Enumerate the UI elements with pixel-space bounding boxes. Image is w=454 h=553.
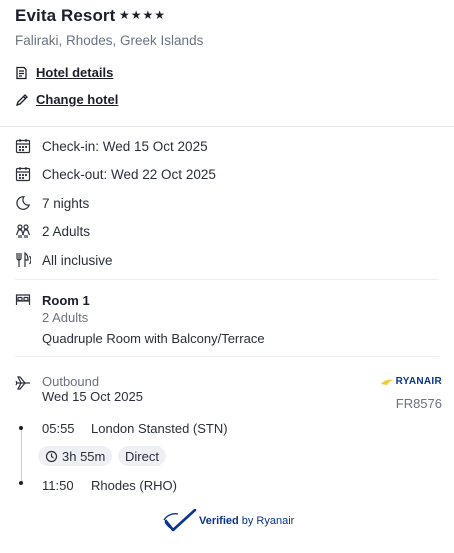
clock-icon: [45, 450, 58, 463]
divider: [0, 126, 454, 127]
guests-row: 2 Adults: [15, 223, 90, 239]
bed-icon: [15, 293, 31, 307]
verified-check-icon: [163, 509, 197, 533]
cutlery-icon: [15, 252, 31, 268]
flight-timeline: [21, 428, 22, 485]
verified-label: Verified: [199, 515, 239, 527]
stops-text: Direct: [125, 448, 159, 464]
people-icon: [15, 223, 31, 239]
room-title: Room 1: [42, 293, 90, 308]
document-icon: [15, 66, 28, 80]
checkin-row: Check-in: Wed 15 Oct 2025: [15, 138, 208, 154]
airline-name: RYANAIR: [395, 376, 442, 387]
hotel-name: Evita Resort: [15, 6, 116, 25]
departure-dot: [19, 426, 23, 430]
checkout-text: Check-out: Wed 22 Oct 2025: [42, 166, 216, 182]
duration-text: 3h 55m: [62, 448, 106, 464]
calendar-icon: [15, 138, 31, 154]
board-row: All inclusive: [15, 252, 113, 268]
duration-chip: 3h 55m: [38, 446, 113, 466]
flight-date: Wed 15 Oct 2025: [42, 389, 143, 404]
change-hotel-label: Change hotel: [36, 92, 119, 107]
checkout-row: Check-out: Wed 22 Oct 2025: [15, 166, 216, 182]
stops-chip: Direct: [118, 446, 166, 466]
moon-icon: [15, 195, 31, 211]
arrival-time: 11:50: [42, 478, 74, 493]
hotel-details-link[interactable]: Hotel details: [15, 65, 113, 80]
harp-icon: [380, 378, 394, 386]
arrival-dot: [19, 481, 23, 485]
arrival-airport: Rhodes (RHO): [91, 478, 177, 493]
departure-time: 05:55: [42, 421, 75, 436]
divider: [15, 279, 439, 280]
nights-text: 7 nights: [42, 195, 90, 211]
board-text: All inclusive: [42, 252, 113, 268]
calendar-icon: [15, 166, 31, 182]
divider: [15, 356, 439, 357]
airline-logo: RYANAIR: [380, 376, 442, 387]
change-hotel-link[interactable]: Change hotel: [15, 92, 118, 107]
checkin-text: Check-in: Wed 15 Oct 2025: [42, 138, 208, 154]
hotel-details-label: Hotel details: [36, 65, 114, 80]
nights-row: 7 nights: [15, 195, 89, 211]
departure-airport: London Stansted (STN): [91, 421, 228, 436]
flight-direction: Outbound: [42, 374, 100, 389]
verified-badge: Verified by Ryanair: [163, 509, 294, 533]
room-occupancy: 2 Adults: [42, 310, 89, 325]
plane-icon: [15, 376, 31, 390]
star-rating: ★★★★: [119, 8, 167, 22]
verified-by-label: by Ryanair: [241, 515, 295, 527]
room-type: Quadruple Room with Balcony/Terrace: [42, 331, 265, 346]
guests-text: 2 Adults: [42, 223, 91, 239]
hotel-location: Faliraki, Rhodes, Greek Islands: [15, 33, 204, 48]
pencil-icon: [15, 93, 28, 107]
flight-number: FR8576: [395, 396, 442, 411]
